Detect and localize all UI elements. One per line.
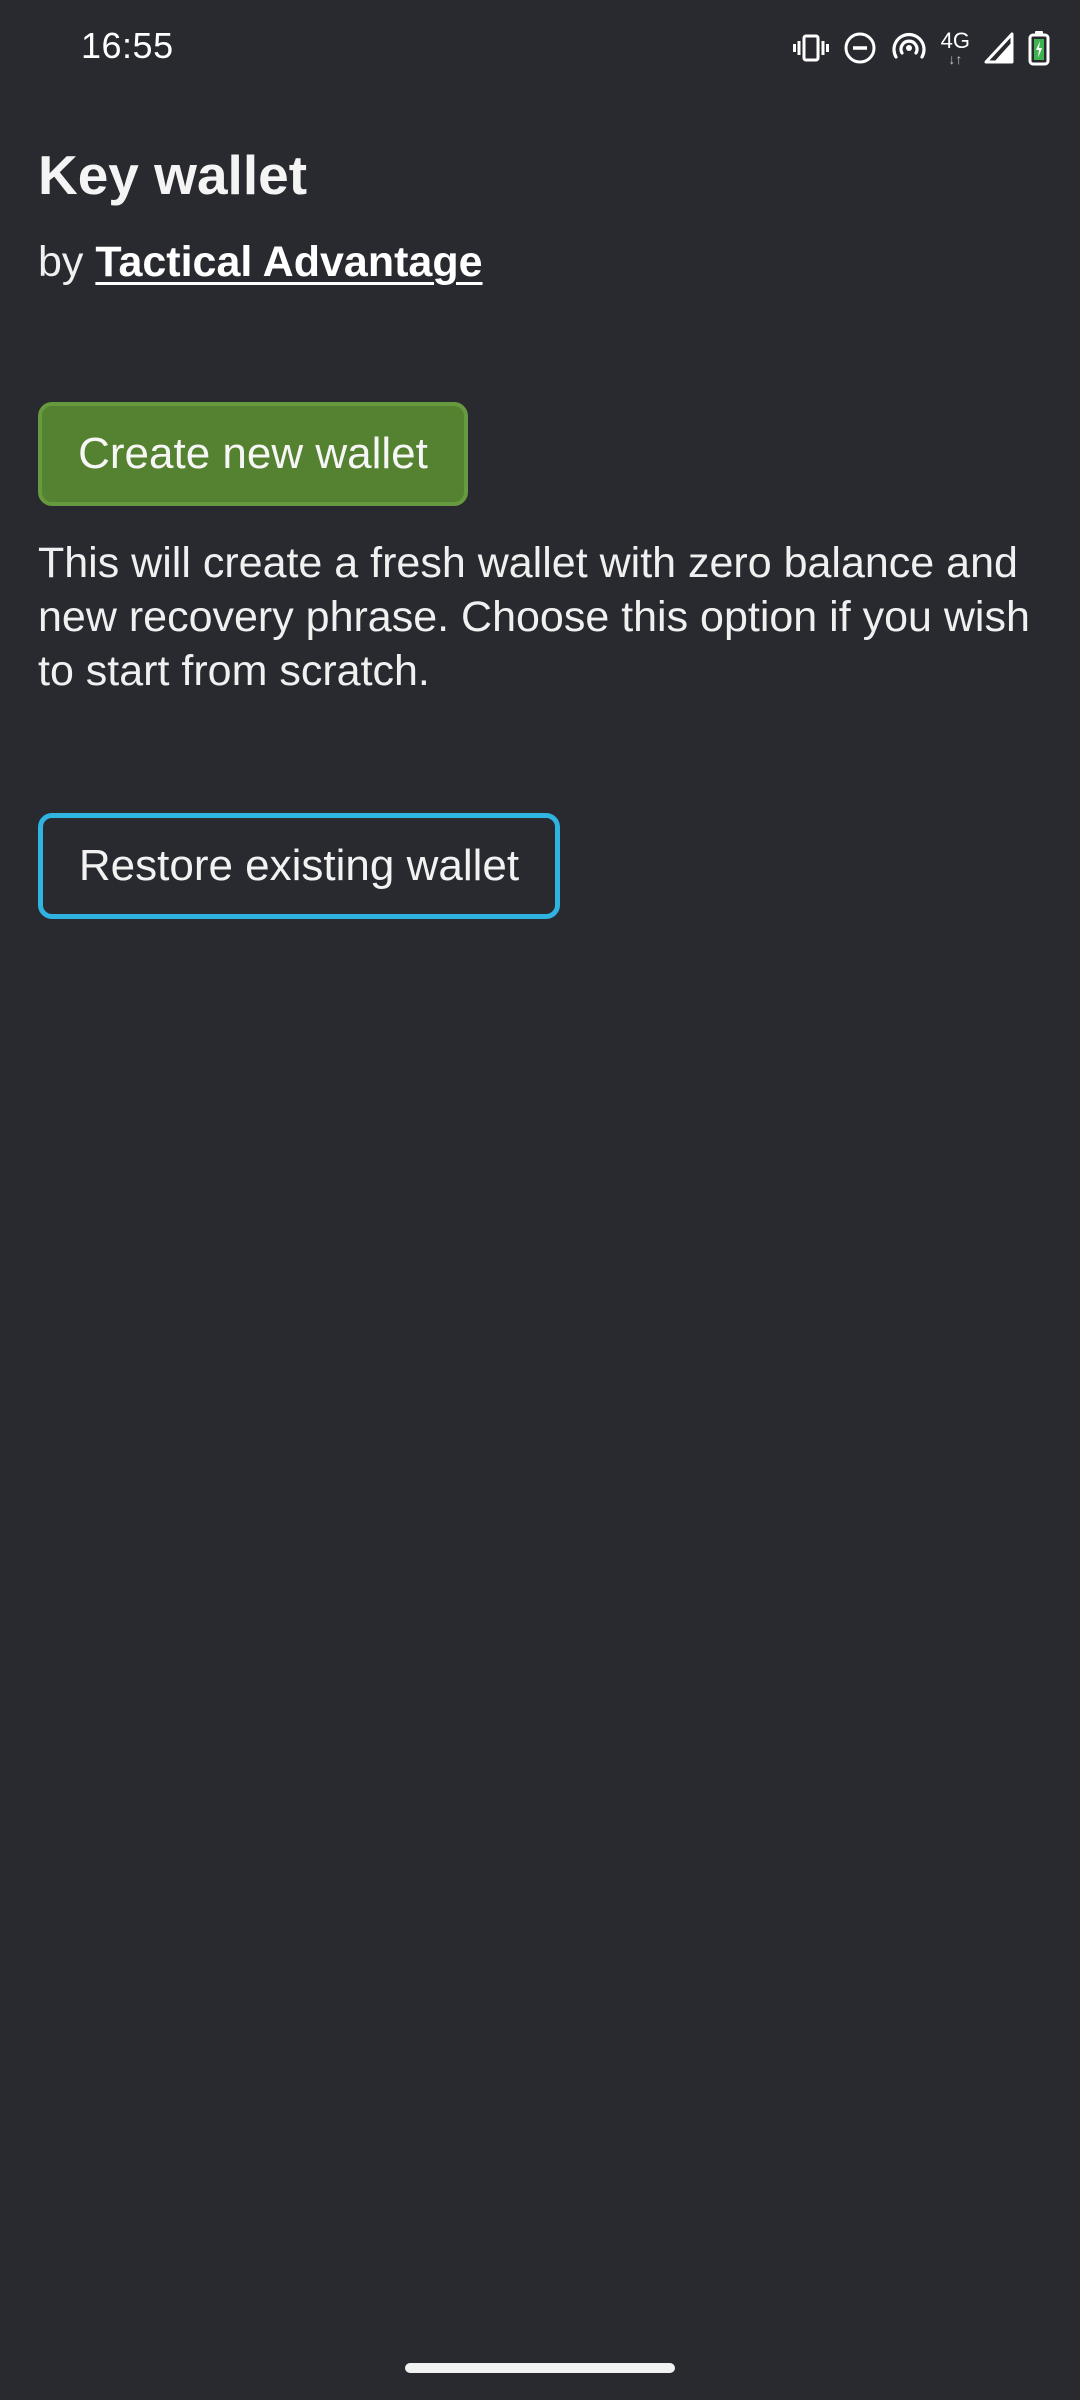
create-wallet-description: This will create a fresh wallet with zer… [38,539,1030,695]
page-title: Key wallet [38,144,308,206]
home-gesture-bar[interactable] [405,2363,675,2373]
developer-byline: by Tactical Advantage [38,232,483,292]
battery-charging-icon [1028,26,1050,70]
status-icons: 4G ↓↑ [792,26,1050,70]
signal-icon [984,26,1014,70]
network-arrows: ↓↑ [948,51,963,67]
status-bar: 16:55 4G ↓↑ [0,0,1080,96]
network-type-label: 4G [940,28,970,53]
4g-icon: 4G ↓↑ [941,26,970,70]
create-new-wallet-button[interactable]: Create new wallet [38,402,468,506]
status-time: 16:55 [81,25,174,66]
vibrate-icon [792,26,829,70]
byline-prefix: by [38,238,84,286]
do-not-disturb-icon [843,26,877,70]
restore-existing-wallet-button[interactable]: Restore existing wallet [38,813,560,919]
hotspot-icon [891,26,927,70]
developer-link[interactable]: Tactical Advantage [95,238,482,286]
